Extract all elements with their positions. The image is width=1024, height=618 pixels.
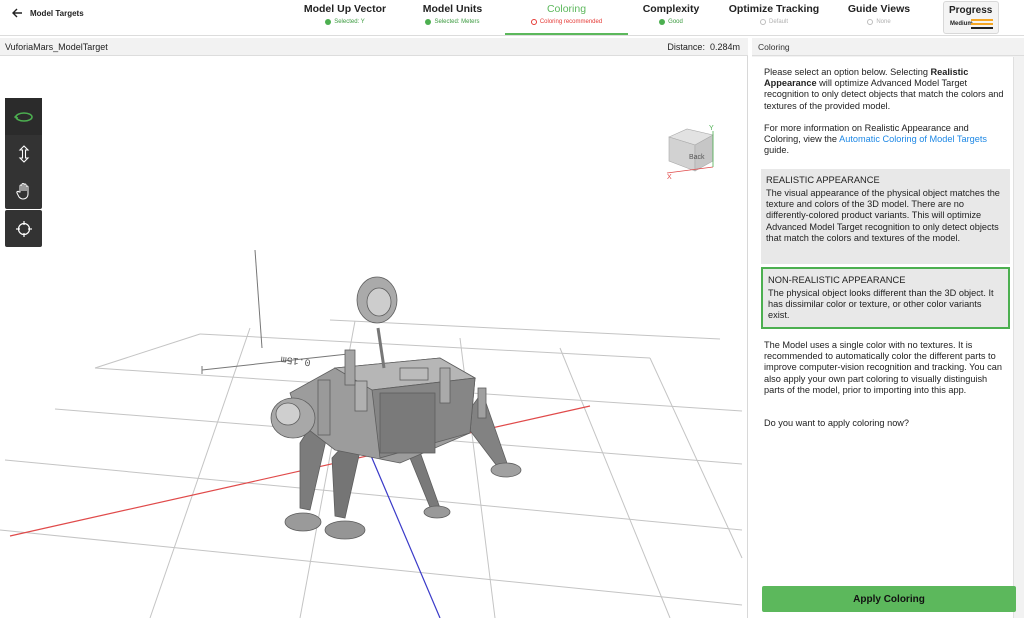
option-non-realistic-appearance[interactable]: NON-REALISTIC APPEARANCE The physical ob…: [761, 267, 1010, 329]
lander-model: [270, 276, 522, 540]
pan-tool-button[interactable]: [5, 172, 42, 209]
info-text: For more information on Realistic Appear…: [764, 123, 988, 156]
apply-coloring-button[interactable]: Apply Coloring: [762, 586, 1016, 612]
step-title: Guide Views: [847, 3, 911, 15]
hand-icon: [15, 182, 28, 200]
step-title: Coloring: [546, 3, 587, 15]
panel-header: Coloring: [752, 38, 1024, 56]
scale-ruler: [201, 249, 349, 374]
progress-title: Progress: [949, 5, 993, 16]
step-guide-views[interactable]: Guide Views None: [840, 0, 918, 35]
distance-readout: Distance: 0.284m: [667, 42, 740, 52]
axis-x-label: X: [667, 174, 672, 180]
progress-bars-icon: [971, 19, 993, 31]
back-label: Model Targets: [30, 8, 84, 18]
scale-label: 0.15m: [280, 353, 311, 367]
scene-canvas[interactable]: 0.15m: [0, 57, 748, 618]
step-title: Optimize Tracking: [728, 3, 820, 15]
option-realistic-appearance[interactable]: REALISTIC APPEARANCE The visual appearan…: [761, 169, 1010, 264]
step-title: Complexity: [642, 3, 700, 15]
progress-button[interactable]: Progress Medium: [943, 1, 999, 34]
back-button[interactable]: Model Targets: [10, 4, 84, 22]
step-status: Selected: Y: [334, 19, 365, 25]
panel-scrollbar[interactable]: [1014, 56, 1024, 618]
step-status: Good: [668, 19, 683, 25]
cube-face-label: Back: [689, 154, 705, 161]
progress-level: Medium: [950, 21, 973, 27]
status-dot-empty: [867, 19, 874, 25]
step-optimize-tracking[interactable]: Optimize Tracking Default: [725, 0, 823, 35]
step-status: Selected: Meters: [434, 19, 480, 25]
option-title: NON-REALISTIC APPEARANCE: [768, 275, 906, 285]
move-vertical-tool-button[interactable]: [5, 135, 42, 172]
step-complexity[interactable]: Complexity Good: [635, 0, 707, 35]
view-cube[interactable]: Back X Y: [665, 125, 717, 180]
step-status: Coloring recommended: [539, 19, 603, 25]
status-dot-green: [325, 19, 332, 25]
panel-body: Please select an option below. Selecting…: [752, 57, 1014, 618]
orbit-icon: [13, 111, 33, 122]
step-status: Default: [768, 19, 788, 25]
intro-text: Please select an option below. Selecting…: [764, 67, 1004, 111]
step-title: Model Up Vector: [303, 3, 387, 15]
coloring-question: Do you want to apply coloring now?: [764, 418, 910, 428]
step-coloring[interactable]: Coloring Coloring recommended: [505, 0, 628, 35]
coloring-panel: Coloring Please select an option below. …: [752, 38, 1024, 618]
navigation-toolbar: [5, 98, 42, 209]
step-status: None: [876, 19, 891, 25]
step-title: Model Units: [422, 3, 483, 15]
step-model-up-vector[interactable]: Model Up Vector Selected: Y: [300, 0, 390, 35]
status-dot-empty: [759, 19, 766, 25]
coloring-note: The Model uses a single color with no te…: [764, 340, 1002, 395]
status-dot-green: [659, 19, 666, 25]
orbit-tool-button[interactable]: [5, 98, 42, 135]
arrow-left-icon: [12, 8, 22, 18]
option-title: REALISTIC APPEARANCE: [766, 175, 880, 185]
panel-title: Coloring: [758, 42, 790, 52]
step-model-units[interactable]: Model Units Selected: Meters: [405, 0, 500, 35]
viewport-header: VuforiaMars_ModelTarget Distance: 0.284m: [0, 38, 748, 56]
coloring-guide-link[interactable]: Automatic Coloring of Model Targets: [839, 134, 987, 144]
option-description: The visual appearance of the physical ob…: [766, 188, 1000, 243]
3d-viewport[interactable]: VuforiaMars_ModelTarget Distance: 0.284m: [0, 38, 748, 618]
option-description: The physical object looks different than…: [768, 288, 994, 321]
move-vertical-icon: [18, 144, 29, 163]
warning-icon: [530, 19, 537, 25]
status-dot-green: [425, 19, 432, 25]
top-navigation-bar: Model Targets Model Up Vector Selected: …: [0, 0, 1024, 36]
crosshair-icon: [15, 220, 32, 237]
recenter-button[interactable]: [5, 210, 42, 247]
axis-y-label: Y: [709, 125, 714, 132]
model-name: VuforiaMars_ModelTarget: [5, 42, 108, 52]
